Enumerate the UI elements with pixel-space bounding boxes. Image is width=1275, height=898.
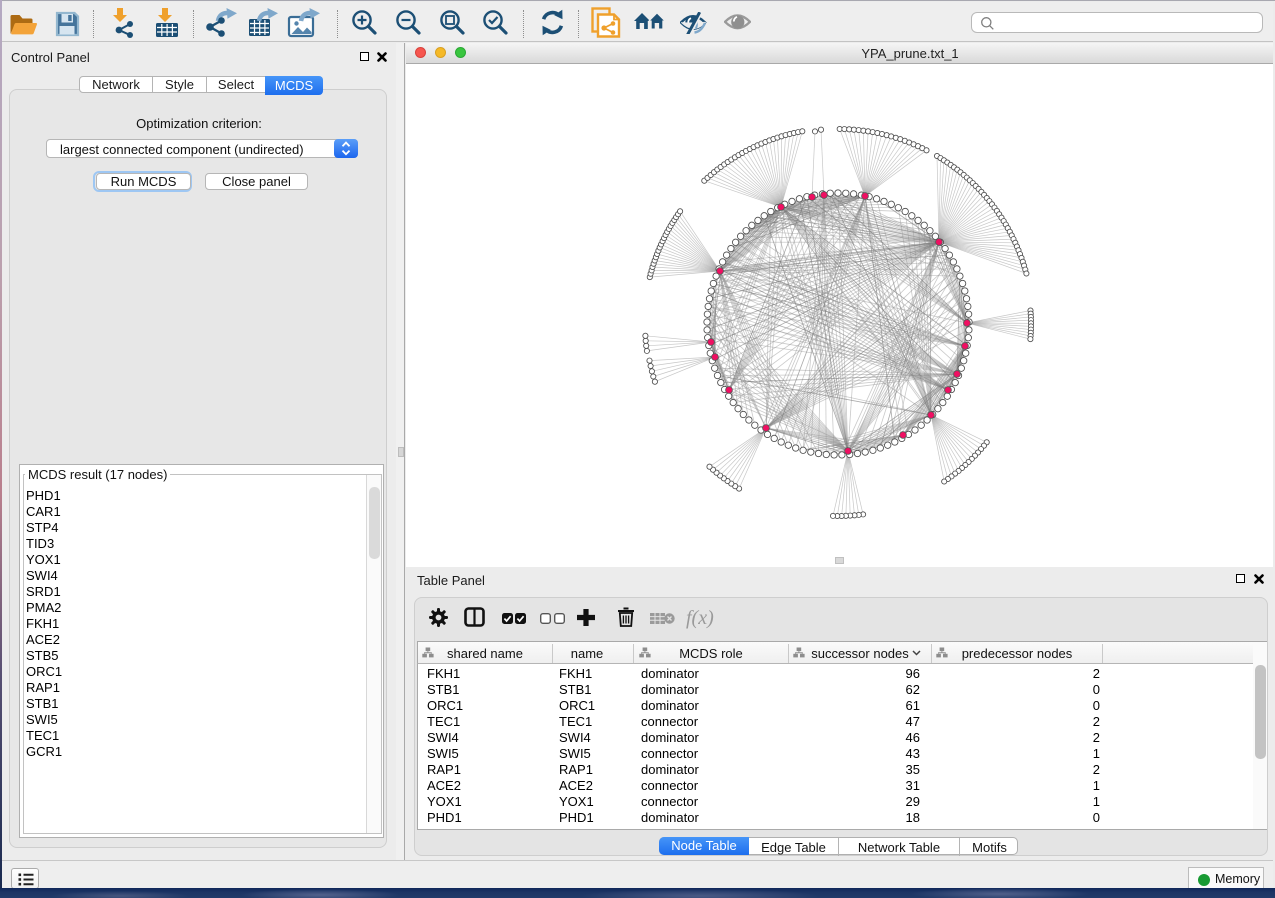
svg-text:f(x): f(x): [686, 607, 714, 629]
